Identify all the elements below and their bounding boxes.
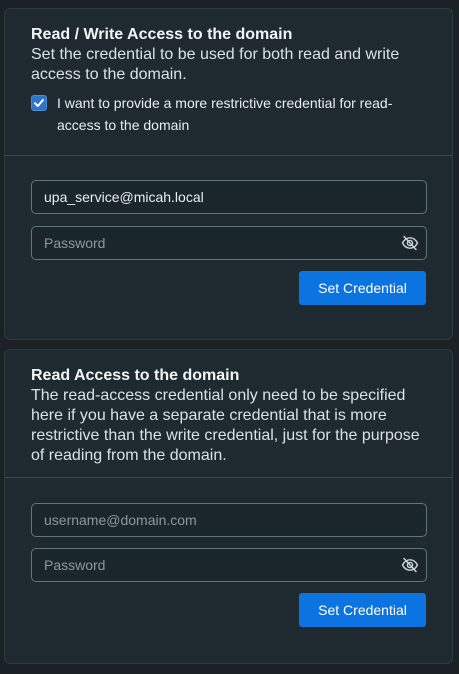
write-username-input[interactable] (32, 181, 426, 213)
write-password-field[interactable] (31, 226, 427, 260)
divider (5, 477, 452, 478)
panel-header: Read / Write Access to the domain Set th… (5, 9, 452, 136)
read-write-credential-panel: Read / Write Access to the domain Set th… (4, 8, 453, 340)
read-password-field[interactable] (31, 548, 427, 582)
checkmark-icon (34, 99, 44, 107)
panel-description: Set the credential to be used for both r… (31, 46, 400, 83)
panel-description: The read-access credential only need to … (31, 387, 420, 464)
restrictive-credential-label[interactable]: I want to provide a more restrictive cre… (57, 92, 426, 136)
panel-title: Read / Write Access to the domain (31, 26, 293, 43)
read-password-input[interactable] (32, 549, 394, 581)
read-username-input[interactable] (32, 504, 426, 536)
eye-slash-icon[interactable] (394, 227, 426, 259)
read-credential-panel: Read Access to the domain The read-acces… (4, 349, 453, 664)
write-password-input[interactable] (32, 227, 394, 259)
read-username-field[interactable] (31, 503, 427, 537)
panel-header: Read Access to the domain The read-acces… (5, 350, 452, 466)
set-write-credential-button[interactable]: Set Credential (299, 271, 426, 305)
restrictive-credential-option[interactable]: I want to provide a more restrictive cre… (31, 95, 426, 136)
set-read-credential-button[interactable]: Set Credential (299, 593, 426, 627)
write-username-field[interactable] (31, 180, 427, 214)
eye-slash-icon[interactable] (394, 549, 426, 581)
restrictive-credential-checkbox[interactable] (31, 95, 47, 111)
divider (5, 155, 452, 156)
panel-title: Read Access to the domain (31, 367, 240, 384)
